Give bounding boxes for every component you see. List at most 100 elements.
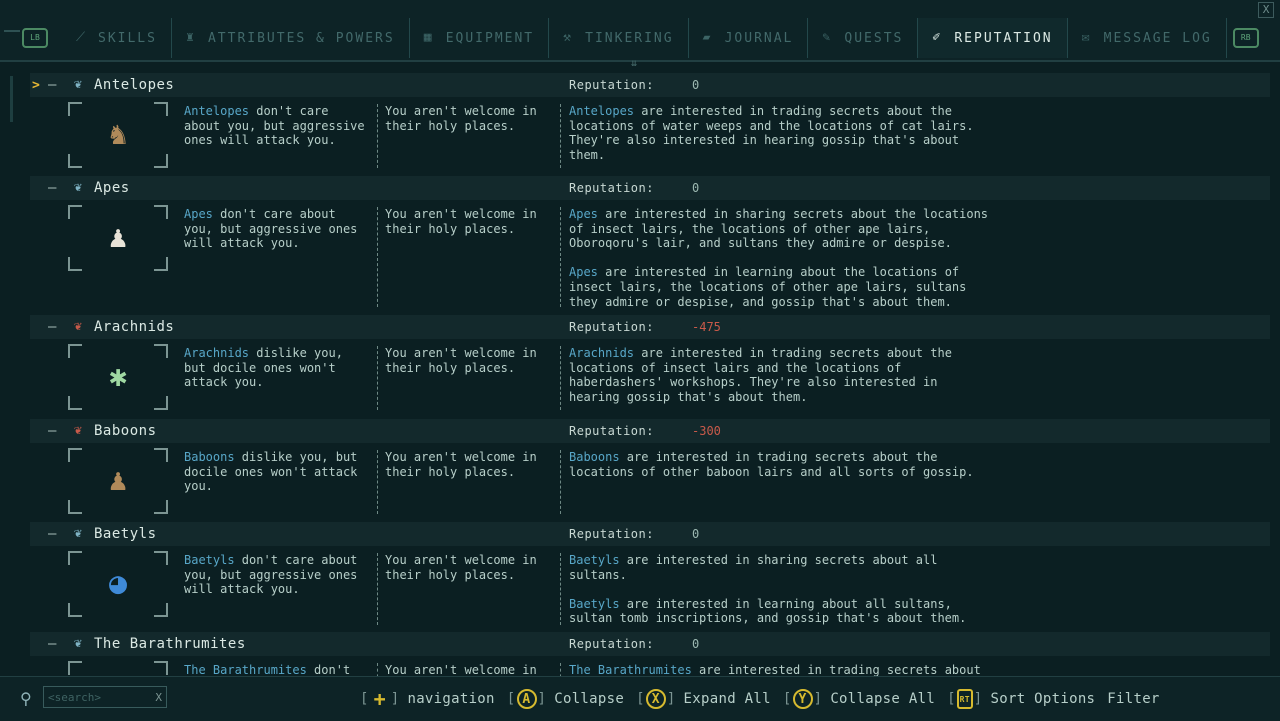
faction-details: ✱ Arachnids dislike you, but docile ones…: [30, 342, 1270, 414]
faction-details: The Barathrumites don't You aren't welco…: [30, 659, 1270, 676]
faction-header[interactable]: — ❦ Baetyls Reputation: 0: [30, 522, 1270, 546]
faction-name: Baboons: [94, 423, 157, 439]
faction-portrait: [68, 661, 168, 676]
attitude-text: Baetyls don't care about you, but aggres…: [184, 553, 365, 597]
reputation-value: 0: [692, 181, 700, 195]
y-button-icon: Y: [792, 689, 813, 709]
faction-portrait: ◕: [68, 551, 168, 617]
grid-icon: ▦: [423, 30, 434, 45]
sword-icon: ⟋: [76, 30, 88, 45]
figure-icon: ♜: [185, 30, 196, 45]
interests-text: Arachnids are interested in trading secr…: [569, 346, 960, 404]
faction-details: ♟ Baboons dislike you, but docile ones w…: [30, 446, 1270, 518]
faction-name: The Barathrumites: [94, 636, 246, 652]
tab-journal[interactable]: ▰ JOURNAL: [689, 18, 809, 58]
tab-label: QUESTS: [844, 30, 904, 46]
faction-details: ◕ Baetyls don't care about you, but aggr…: [30, 549, 1270, 633]
tab-label: REPUTATION: [954, 30, 1053, 46]
faction-header[interactable]: — ❦ The Barathrumites Reputation: 0: [30, 632, 1270, 656]
tab-skills[interactable]: ⟋ SKILLS: [62, 18, 172, 58]
rt-button-icon: RT: [956, 689, 973, 709]
holy-places-text: You aren't welcome in their holy places.: [385, 553, 544, 582]
reputation-label: Reputation:: [569, 424, 654, 438]
faction-icon: ❦: [74, 180, 82, 195]
collapse-icon[interactable]: —: [48, 77, 56, 93]
faction-icon: ❦: [74, 636, 82, 651]
attitude-text: Baboons dislike you, but docile ones won…: [184, 450, 365, 494]
quill-icon: ✎: [822, 30, 833, 45]
tab-prev-button[interactable]: LB: [0, 18, 62, 58]
faction-icon: ❦: [74, 526, 82, 541]
tab-next-button[interactable]: RB: [1227, 18, 1273, 58]
holy-places-text: You aren't welcome in their holy places.: [385, 450, 544, 479]
faction-name: Arachnids: [94, 319, 175, 335]
interests-text: Apes are interested in sharing secrets a…: [569, 207, 996, 309]
collapse-icon[interactable]: —: [48, 180, 56, 196]
interests-text: The Barathrumites are interested in trad…: [569, 663, 981, 676]
a-button-icon: A: [516, 689, 537, 709]
holy-places-text: You aren't welcome in: [385, 663, 537, 676]
dpad-icon: +: [373, 687, 386, 711]
faction-header[interactable]: — ❦ Arachnids Reputation: -475: [30, 315, 1270, 339]
antelope-sprite-icon: ♞: [108, 117, 128, 152]
hint-collapse-all[interactable]: [Y] Collapse All: [783, 689, 935, 709]
faction-icon: ❦: [74, 423, 82, 438]
attitude-text: Apes don't care about you, but aggressiv…: [184, 207, 365, 251]
clear-search-button[interactable]: X: [155, 687, 162, 709]
faction-header[interactable]: > — ❦ Antelopes Reputation: 0: [30, 73, 1270, 97]
ape-sprite-icon: ♟: [108, 220, 128, 255]
holy-places-text: You aren't welcome in their holy places.: [385, 346, 544, 375]
control-hints: [+] navigation [A] Collapse [X] Expand A…: [360, 687, 1172, 711]
faction-header[interactable]: — ❦ Baboons Reputation: -300: [30, 419, 1270, 443]
faction-portrait: ♟: [68, 448, 168, 514]
reputation-label: Reputation:: [569, 527, 654, 541]
attitude-text: Antelopes don't care about you, but aggr…: [184, 104, 372, 148]
faction-header[interactable]: — ❦ Apes Reputation: 0: [30, 176, 1270, 200]
scroll-icon: ✐: [932, 30, 943, 45]
collapse-icon[interactable]: —: [48, 319, 56, 335]
hint-expand-all[interactable]: [X] Expand All: [636, 689, 771, 709]
tab-bar: LB ⟋ SKILLS ♜ ATTRIBUTES & POWERS ▦ EQUI…: [0, 18, 1280, 58]
interests-text: Baetyls are interested in sharing secret…: [569, 553, 967, 626]
reputation-value: -300: [692, 424, 721, 438]
search-input[interactable]: <search> X: [43, 686, 167, 708]
hint-sort-options[interactable]: [RT] Sort Options: [947, 689, 1095, 709]
reputation-label: Reputation:: [569, 637, 654, 651]
faction-portrait: ♞: [68, 102, 168, 168]
collapse-icon[interactable]: —: [48, 423, 56, 439]
tab-label: EQUIPMENT: [445, 30, 535, 46]
faction-name: Antelopes: [94, 77, 175, 93]
attitude-text: Arachnids dislike you, but docile ones w…: [184, 346, 351, 390]
faction-name: Baetyls: [94, 526, 157, 542]
tab-label: JOURNAL: [724, 30, 794, 46]
tab-tinkering[interactable]: ⚒ TINKERING: [549, 18, 689, 58]
tab-label: TINKERING: [585, 30, 674, 46]
faction-portrait: ♟: [68, 205, 168, 271]
collapse-icon[interactable]: —: [48, 526, 56, 542]
tab-quests[interactable]: ✎ QUESTS: [808, 18, 919, 58]
reputation-value: 0: [692, 78, 700, 92]
tab-attributes-powers[interactable]: ♜ ATTRIBUTES & POWERS: [172, 18, 410, 58]
collapse-icon[interactable]: —: [48, 636, 56, 652]
rb-button-icon: RB: [1232, 28, 1259, 48]
faction-icon: ❦: [74, 77, 82, 92]
tab-label: ATTRIBUTES & POWERS: [207, 30, 395, 46]
tab-reputation[interactable]: ✐ REPUTATION: [918, 18, 1068, 58]
baetyl-sprite-icon: ◕: [108, 566, 128, 601]
baboon-sprite-icon: ♟: [108, 463, 128, 498]
envelope-icon: ✉: [1081, 30, 1092, 45]
faction-portrait: ✱: [68, 344, 168, 410]
spider-sprite-icon: ✱: [108, 359, 128, 394]
tab-label: MESSAGE LOG: [1103, 30, 1212, 46]
reputation-value: 0: [692, 637, 700, 651]
hint-navigation[interactable]: [+] navigation: [360, 687, 495, 711]
scroll-grip-icon: ⇊: [631, 58, 638, 69]
lb-button-icon: LB: [22, 28, 48, 48]
faction-name: Apes: [94, 180, 130, 196]
tab-message-log[interactable]: ✉ MESSAGE LOG: [1068, 18, 1227, 58]
hint-collapse[interactable]: [A] Collapse: [507, 689, 624, 709]
close-button[interactable]: X: [1258, 2, 1274, 18]
filter-button[interactable]: Filter: [1107, 689, 1159, 709]
interests-text: Baboons are interested in trading secret…: [569, 450, 974, 479]
tab-equipment[interactable]: ▦ EQUIPMENT: [410, 18, 550, 58]
